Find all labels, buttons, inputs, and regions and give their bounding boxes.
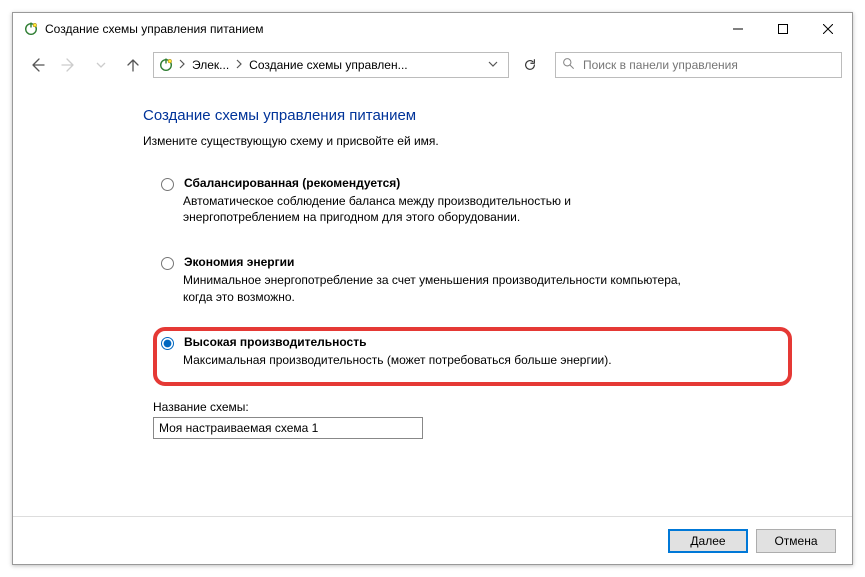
close-button[interactable]	[805, 14, 850, 44]
plan-high-radio[interactable]	[161, 337, 174, 350]
plan-high-desc: Максимальная производительность (может п…	[183, 352, 683, 368]
plan-balanced-desc: Автоматическое соблюдение баланса между …	[183, 193, 683, 225]
plan-high-title: Высокая производительность	[184, 335, 366, 349]
plan-balanced: Сбалансированная (рекомендуется) Автомат…	[153, 168, 832, 235]
search-box[interactable]	[555, 52, 842, 78]
plan-balanced-title: Сбалансированная (рекомендуется)	[184, 176, 400, 190]
next-button[interactable]: Далее	[668, 529, 748, 553]
back-button[interactable]	[23, 51, 51, 79]
address-history-dropdown[interactable]	[482, 58, 504, 72]
breadcrumb-seg-1[interactable]: Элек...	[190, 58, 231, 72]
window-title: Создание схемы управления питанием	[45, 22, 263, 36]
power-plan-icon	[158, 57, 174, 73]
plan-saver-row[interactable]: Экономия энергии	[161, 255, 820, 270]
plan-saver: Экономия энергии Минимальное энергопотре…	[153, 247, 832, 314]
refresh-button[interactable]	[517, 52, 543, 78]
power-options-icon	[23, 21, 39, 37]
bottom-bar: Далее Отмена	[13, 516, 852, 564]
scheme-name-input[interactable]	[153, 417, 423, 439]
plan-high-performance: Высокая производительность Максимальная …	[153, 327, 792, 386]
plan-balanced-row[interactable]: Сбалансированная (рекомендуется)	[161, 176, 820, 191]
scheme-name-label: Название схемы:	[153, 400, 832, 414]
control-panel-window: Создание схемы управления питанием	[12, 12, 853, 565]
up-button[interactable]	[119, 51, 147, 79]
maximize-button[interactable]	[760, 14, 805, 44]
plan-saver-title: Экономия энергии	[184, 255, 294, 269]
search-input[interactable]	[581, 57, 835, 73]
titlebar: Создание схемы управления питанием	[13, 13, 852, 45]
chevron-right-icon	[235, 58, 243, 72]
navigation-bar: Элек... Создание схемы управлен...	[13, 45, 852, 85]
forward-button[interactable]	[55, 51, 83, 79]
minimize-button[interactable]	[715, 14, 760, 44]
breadcrumb-seg-2[interactable]: Создание схемы управлен...	[247, 58, 409, 72]
recent-locations-button[interactable]	[87, 51, 115, 79]
chevron-right-icon	[178, 58, 186, 72]
cancel-button[interactable]: Отмена	[756, 529, 836, 553]
address-bar[interactable]: Элек... Создание схемы управлен...	[153, 52, 509, 78]
page-subtext: Измените существующую схему и присвойте …	[143, 134, 832, 148]
plan-saver-desc: Минимальное энергопотребление за счет ум…	[183, 272, 683, 304]
page-heading: Создание схемы управления питанием	[143, 107, 832, 124]
plan-saver-radio[interactable]	[161, 257, 174, 270]
plan-balanced-radio[interactable]	[161, 178, 174, 191]
content-area: Создание схемы управления питанием Измен…	[13, 85, 852, 516]
search-icon	[562, 57, 575, 73]
plan-high-row[interactable]: Высокая производительность	[161, 335, 758, 350]
